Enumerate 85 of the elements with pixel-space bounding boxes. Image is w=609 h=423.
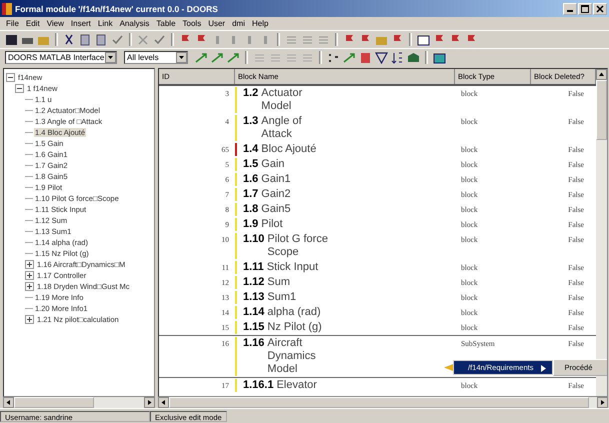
close-button[interactable]	[593, 2, 607, 14]
scrollbar-thumb[interactable]	[14, 397, 94, 408]
heading-text: Model	[267, 363, 298, 376]
arrow-icon[interactable]	[211, 52, 224, 64]
expand-icon[interactable]	[25, 315, 34, 324]
minimize-icon	[567, 10, 573, 12]
scroll-right-icon[interactable]	[144, 397, 155, 408]
minimize-button[interactable]	[563, 2, 577, 14]
heading-number: 1.10	[243, 233, 264, 246]
scrollbar-thumb[interactable]	[169, 397, 589, 408]
menu-item[interactable]: Help	[252, 19, 268, 28]
arrow-icon	[444, 364, 453, 371]
heading-text: Pilot G force	[267, 233, 328, 246]
heading-text: Sum1	[267, 291, 296, 304]
menu-item[interactable]: Tools	[182, 19, 202, 28]
menu-item[interactable]: Edit	[26, 19, 40, 28]
heading-number: 1.7	[243, 188, 258, 201]
heading-text: Model	[261, 100, 292, 113]
heading-number: 1.12	[243, 276, 264, 289]
menu-item[interactable]: User	[208, 19, 226, 28]
heading-text: Dynamics	[267, 350, 316, 363]
dots-icon[interactable]	[327, 52, 340, 64]
heading-number: 1.16.1	[243, 379, 274, 392]
heading-number: 1.9	[243, 218, 258, 231]
heading-number: 1.8	[243, 203, 258, 216]
heading-text: Angle of	[261, 115, 302, 128]
heading-text: Sum	[267, 276, 290, 289]
heading-number: 1.6	[243, 173, 258, 186]
maximize-button[interactable]	[578, 2, 592, 14]
heading-text: Gain1	[261, 173, 291, 186]
heading-number: 1.5	[243, 158, 258, 171]
heading-number: 1.15	[243, 321, 264, 334]
menu-item[interactable]: dmi	[232, 19, 245, 28]
collapse-icon[interactable]	[6, 73, 15, 82]
heading-text: Actuator	[261, 87, 302, 100]
scroll-up-icon[interactable]	[596, 69, 607, 80]
scrollbar-thumb[interactable]	[596, 80, 607, 140]
heading-number: 1.13	[243, 291, 264, 304]
heading-text: Gain2	[261, 188, 291, 201]
heading-number: 1.4	[243, 143, 258, 156]
menu-item[interactable]: Insert	[70, 19, 91, 28]
heading-number: 1.11	[243, 261, 264, 274]
expand-icon[interactable]	[25, 282, 34, 291]
caret-icon	[176, 52, 187, 63]
heading-text: Aircraft	[267, 337, 302, 350]
heading-number: 1.2	[243, 87, 258, 100]
heading-text: Attack	[261, 128, 292, 141]
heading-text: alpha (rad)	[267, 306, 321, 319]
heading-text: Nz Pilot (g)	[267, 321, 322, 334]
heading-text: Pilot	[261, 218, 283, 231]
filter-icon[interactable]	[375, 52, 388, 64]
menu-item[interactable]: File	[6, 19, 19, 28]
maximize-icon	[581, 4, 589, 12]
close-icon	[596, 4, 604, 12]
window-icon[interactable]	[417, 34, 430, 46]
window-icon[interactable]	[433, 52, 446, 64]
heading-text: Gain5	[261, 203, 291, 216]
expand-icon[interactable]	[25, 271, 34, 280]
menu-item[interactable]: Table	[156, 19, 176, 28]
check-icon[interactable]	[153, 34, 166, 46]
caret-icon	[105, 52, 116, 63]
heading-text: Stick Input	[266, 261, 318, 274]
menu-item[interactable]: Link	[98, 19, 113, 28]
sort-icon[interactable]	[391, 52, 404, 64]
heading-text: Bloc Ajouté	[261, 143, 316, 156]
menu-item[interactable]: Analysis	[120, 19, 150, 28]
submenu-arrow-icon	[541, 364, 546, 372]
scroll-left-icon[interactable]	[158, 397, 169, 408]
view-dropdown[interactable]: DOORS MATLAB Interface	[5, 51, 117, 64]
heading-text: Scope	[267, 246, 299, 259]
scroll-right-icon[interactable]	[597, 397, 608, 408]
level-dropdown[interactable]: All levels	[124, 51, 188, 64]
menu-item[interactable]: View	[46, 19, 64, 28]
arrow-icon[interactable]	[227, 52, 240, 64]
scroll-left-icon[interactable]	[3, 397, 14, 408]
heading-text: Elevator	[276, 379, 317, 392]
heading-number: 1.16	[243, 337, 264, 350]
heading-number: 1.14	[243, 306, 264, 319]
app-icon	[2, 2, 12, 14]
collapse-icon[interactable]	[15, 84, 24, 93]
heading-text: Gain	[261, 158, 285, 171]
arrow-icon[interactable]	[195, 52, 208, 64]
heading-number: 1.3	[243, 115, 258, 128]
expand-icon[interactable]	[25, 260, 34, 269]
window-title: Formal module '/f14n/f14new' current 0.0 - DOORS	[15, 4, 219, 14]
